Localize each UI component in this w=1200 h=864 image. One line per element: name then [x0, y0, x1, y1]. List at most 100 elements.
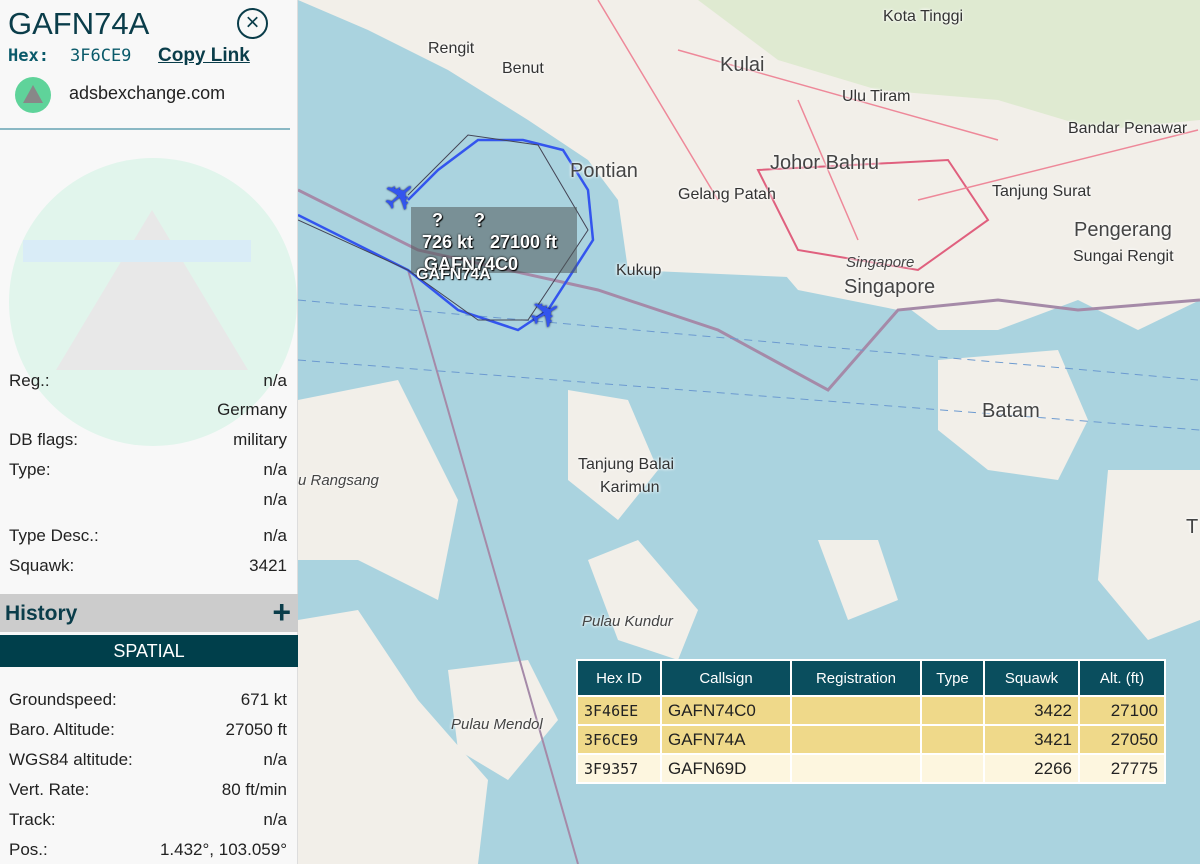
table-cell: 3F9357	[578, 755, 660, 782]
source-name: adsbexchange.com	[69, 83, 226, 103]
hex-label: Hex:	[8, 46, 49, 66]
info-row: Germany	[9, 400, 287, 422]
info-row: n/a	[9, 490, 287, 512]
history-title: History	[5, 602, 78, 625]
map-label: Ulu Tiram	[842, 88, 911, 105]
map-label: Benut	[502, 60, 544, 77]
info-label: Type Desc.:	[9, 526, 99, 545]
info-value: military	[233, 430, 287, 449]
info-label: Baro. Altitude:	[9, 720, 115, 739]
info-value: 3421	[249, 556, 287, 575]
map-label: Tanjung Balai	[578, 456, 675, 473]
table-row[interactable]: 3F9357 GAFN69D 2266 27775	[578, 755, 1164, 782]
info-value: n/a	[263, 810, 287, 829]
hex-value: 3F6CE9	[70, 46, 132, 66]
info-label: Groundspeed:	[9, 690, 117, 709]
table-cell: 3F6CE9	[578, 726, 660, 753]
column-header[interactable]: Callsign	[662, 661, 790, 695]
table-cell: GAFN74A	[662, 726, 790, 753]
table-row[interactable]: 3F6CE9 GAFN74A 3421 27050	[578, 726, 1164, 753]
table-cell	[792, 726, 920, 753]
aircraft-callsign: GAFN74A	[8, 6, 150, 41]
table-cell	[922, 697, 983, 724]
history-section-header[interactable]: History +	[0, 594, 298, 632]
info-value: n/a	[263, 526, 287, 545]
map-label: Singapore	[844, 276, 936, 298]
column-header[interactable]: Hex ID	[578, 661, 660, 695]
info-row: Baro. Altitude: 27050 ft	[9, 720, 287, 742]
info-row: Vert. Rate: 80 ft/min	[9, 780, 287, 802]
table-cell: GAFN69D	[662, 755, 790, 782]
info-row: Groundspeed: 671 kt	[9, 690, 287, 712]
info-value: n/a	[263, 750, 287, 769]
table-cell	[792, 697, 920, 724]
column-header[interactable]: Registration	[792, 661, 920, 695]
column-header[interactable]: Type	[922, 661, 983, 695]
info-row: Type: n/a	[9, 460, 287, 482]
table-cell: 3422	[985, 697, 1078, 724]
map-label: Tanjung Surat	[992, 183, 1091, 200]
map-label: Johor Bahru	[770, 152, 879, 174]
info-value: 27050 ft	[225, 720, 287, 739]
map-label: Singapore	[846, 254, 915, 271]
info-label: Reg.:	[9, 371, 50, 390]
table-cell	[922, 755, 983, 782]
info-label: Vert. Rate:	[9, 780, 90, 799]
info-value: Germany	[217, 400, 287, 419]
source-logo-icon	[15, 77, 51, 113]
map-label: Rengit	[428, 40, 475, 57]
map-label: u Rangsang	[298, 472, 379, 489]
info-row: WGS84 altitude: n/a	[9, 750, 287, 772]
aircraft-info-panel: GAFN74A × Hex: 3F6CE9 Copy Link adsbexch…	[0, 0, 298, 864]
aircraft-label-callsign: GAFN74A	[416, 266, 491, 283]
table-cell: 3F46EE	[578, 697, 660, 724]
aircraft-label-altitude: 27100 ft	[490, 232, 558, 252]
info-row: DB flags: military	[9, 430, 287, 452]
map-label: Gelang Patah	[678, 186, 776, 203]
table-cell	[922, 726, 983, 753]
close-icon[interactable]: ×	[237, 8, 268, 39]
aircraft-label-unknown: ?	[474, 210, 485, 230]
info-value: n/a	[263, 460, 287, 479]
table-cell: 27050	[1080, 726, 1164, 753]
info-label: WGS84 altitude:	[9, 750, 133, 769]
divider	[0, 128, 290, 130]
map-label: Pontian	[570, 160, 638, 182]
map-label: Kulai	[720, 54, 765, 76]
table-row[interactable]: 3F46EE GAFN74C0 3422 27100	[578, 697, 1164, 724]
map-label: Karimun	[600, 479, 660, 496]
aircraft-label-speed: 726 kt	[422, 232, 474, 252]
info-label: Track:	[9, 810, 56, 829]
spatial-section-header[interactable]: SPATIAL	[0, 635, 298, 667]
table-cell: 2266	[985, 755, 1078, 782]
info-row: Squawk: 3421	[9, 556, 287, 578]
info-value: 80 ft/min	[221, 780, 287, 799]
table-cell: 3421	[985, 726, 1078, 753]
map-label: Batam	[982, 400, 1040, 422]
table-cell: 27775	[1080, 755, 1164, 782]
map-label: Kukup	[616, 262, 662, 279]
column-header[interactable]: Alt. (ft)	[1080, 661, 1164, 695]
copy-link[interactable]: Copy Link	[158, 45, 250, 67]
info-row: Pos.: 1.432°, 103.059°	[9, 840, 287, 862]
info-row: Reg.: n/a	[9, 371, 287, 393]
map-label: Pulau Kundur	[582, 613, 673, 630]
expand-plus-icon[interactable]: +	[272, 594, 291, 631]
map-label: Kota Tinggi	[883, 8, 964, 25]
map-label: T	[1186, 516, 1199, 538]
aircraft-table: Hex ID Callsign Registration Type Squawk Alt.…	[576, 659, 1166, 784]
info-label: Pos.:	[9, 840, 48, 859]
info-label: Squawk:	[9, 556, 75, 575]
table-cell	[792, 755, 920, 782]
info-value: 1.432°, 103.059°	[159, 840, 287, 859]
aircraft-label-unknown: ?	[432, 210, 443, 230]
table-cell: 27100	[1080, 697, 1164, 724]
info-row: Type Desc.: n/a	[9, 526, 287, 548]
info-label: Type:	[9, 460, 51, 479]
info-row: Track: n/a	[9, 810, 287, 832]
info-value: 671 kt	[240, 690, 287, 709]
column-header[interactable]: Squawk	[985, 661, 1078, 695]
map-label: Pulau Mendol	[451, 716, 543, 733]
info-value: n/a	[263, 371, 287, 390]
info-value: n/a	[263, 490, 287, 509]
